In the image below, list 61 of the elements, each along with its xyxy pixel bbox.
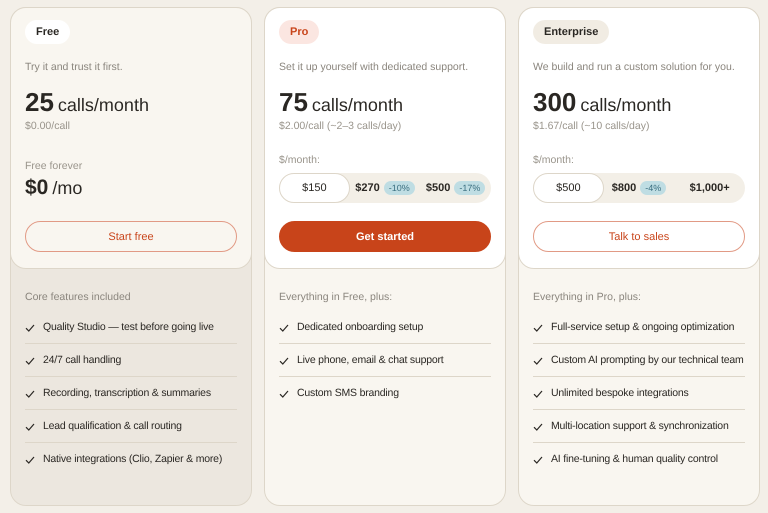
- feature-text: Lead qualification & call routing: [43, 419, 182, 434]
- feature-text: Recording, transcription & summaries: [43, 386, 211, 401]
- check-icon: [533, 389, 543, 399]
- check-icon: [25, 422, 35, 432]
- check-icon: [25, 389, 35, 399]
- discount-badge: -4%: [640, 181, 666, 195]
- features-heading: Everything in Free, plus:: [279, 291, 394, 303]
- check-icon: [279, 389, 289, 399]
- feature-text: Quality Studio — test before going live: [43, 320, 214, 335]
- check-icon: [25, 455, 35, 465]
- options-label: $/month:: [533, 154, 575, 166]
- check-icon: [279, 356, 289, 366]
- cta-button[interactable]: Talk to sales: [533, 221, 745, 252]
- calls-count: 300: [533, 87, 576, 118]
- calls-unit: calls/month: [312, 95, 403, 116]
- per-call-price: $1.67/call (~10 calls/day): [533, 120, 650, 132]
- plan-badge: Enterprise: [533, 20, 610, 44]
- per-call-price: $2.00/call (~2–3 calls/day): [279, 120, 402, 132]
- check-icon: [533, 323, 543, 333]
- feature-text: Multi-location support & synchronization: [551, 419, 729, 434]
- price-option[interactable]: $1,000+: [674, 173, 746, 203]
- calls-count: 25: [25, 87, 54, 118]
- plan-badge: Pro: [279, 20, 320, 44]
- price-option[interactable]: $150: [279, 173, 350, 203]
- feature-text: Live phone, email & chat support: [297, 353, 444, 368]
- plan-tagline: Set it up yourself with dedicated support.: [279, 61, 470, 73]
- plan-tagline: We build and run a custom solution for you.: [533, 61, 736, 73]
- price-unit: /mo: [52, 178, 82, 199]
- per-call-price: $0.00/call: [25, 120, 71, 132]
- cta-button[interactable]: Start free: [25, 221, 237, 252]
- feature-text: 24/7 call handling: [43, 353, 122, 368]
- feature-text: Custom AI prompting by our technical team: [551, 353, 744, 368]
- monthly-price: $0: [25, 176, 48, 200]
- features-heading: Everything in Pro, plus:: [533, 291, 642, 303]
- price-note: Free forever: [25, 160, 84, 172]
- check-icon: [279, 323, 289, 333]
- feature-text: Unlimited bespoke integrations: [551, 386, 689, 401]
- check-icon: [25, 356, 35, 366]
- feature-text: Full-service setup & ongoing optimization: [551, 320, 734, 335]
- calls-unit: calls/month: [58, 95, 149, 116]
- calls-unit: calls/month: [580, 95, 672, 116]
- price-option[interactable]: $800 -4%: [604, 173, 674, 203]
- discount-badge: -10%: [384, 181, 415, 195]
- price-option[interactable]: $500: [533, 173, 604, 203]
- options-label: $/month:: [279, 154, 321, 166]
- feature-text: Dedicated onboarding setup: [297, 320, 424, 335]
- plan-tagline: Try it and trust it first.: [25, 61, 124, 73]
- check-icon: [533, 356, 543, 366]
- calls-count: 75: [279, 87, 308, 118]
- feature-text: Custom SMS branding: [297, 386, 399, 401]
- price-option[interactable]: $270 -10%: [350, 173, 420, 203]
- plan-badge: Free: [25, 20, 70, 44]
- check-icon: [25, 323, 35, 333]
- feature-text: Native integrations (Clio, Zapier & more): [43, 452, 222, 467]
- discount-badge: -17%: [454, 181, 486, 195]
- check-icon: [533, 455, 543, 465]
- cta-button[interactable]: Get started: [279, 221, 491, 252]
- price-option[interactable]: $500 -17%: [420, 173, 492, 203]
- feature-text: AI fine-tuning & human quality control: [551, 452, 718, 467]
- check-icon: [533, 422, 543, 432]
- features-heading: Core features included: [25, 291, 132, 303]
